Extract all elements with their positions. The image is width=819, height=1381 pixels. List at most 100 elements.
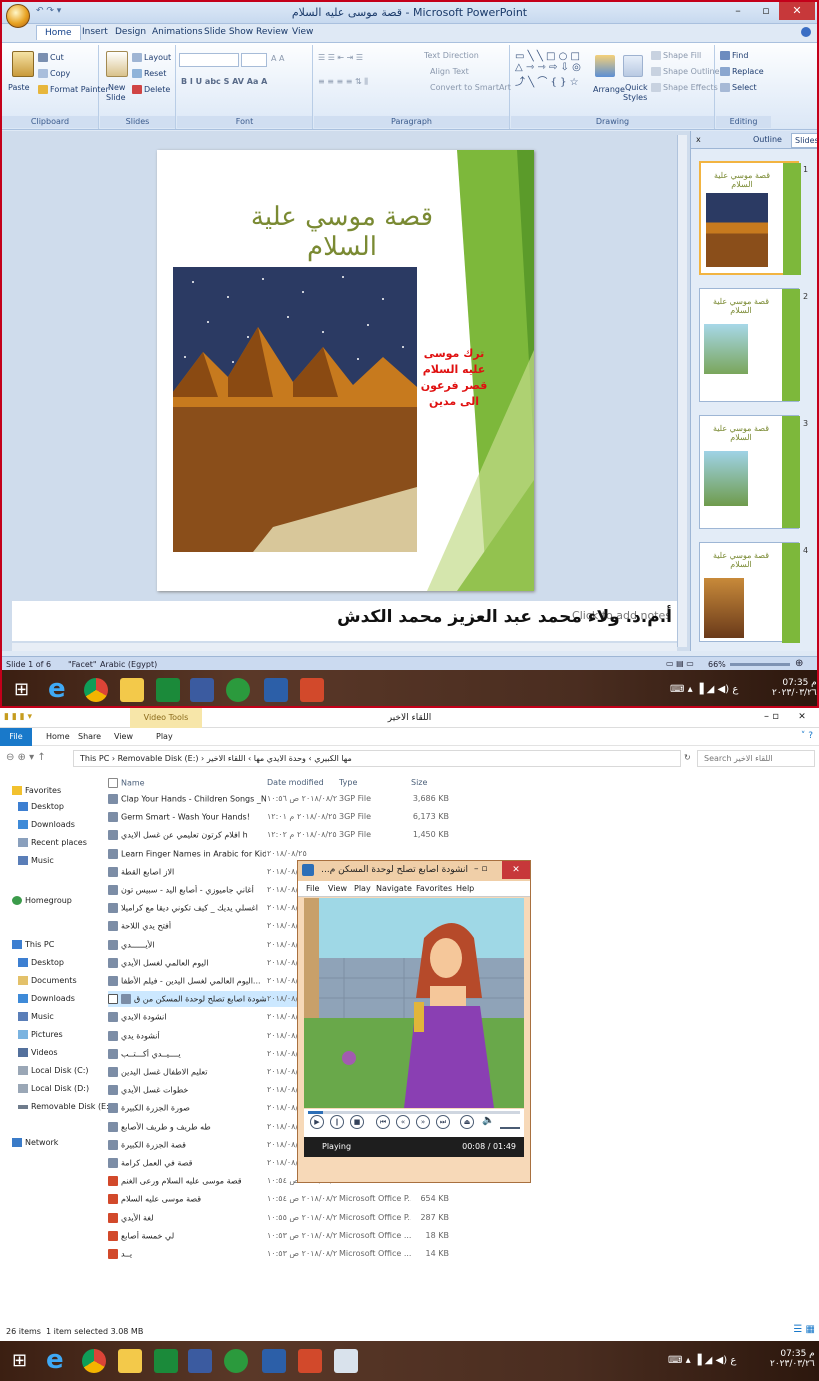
quick-styles-icon[interactable] [623,55,643,77]
tray-icons[interactable]: ⌨ ▴ ▐ ◢ ◀) ع [670,684,738,695]
paste-button[interactable]: Paste [8,83,30,92]
eject-button[interactable]: ⏏ [460,1115,474,1129]
maximize-button[interactable]: ▫ [753,2,779,20]
nav-music[interactable]: Music [18,856,54,865]
nav-desktop[interactable]: Desktop [18,802,64,811]
chrome-icon[interactable] [82,1349,106,1373]
menu-favorites[interactable]: Favorites [416,884,452,893]
quick-label[interactable]: Quick [625,83,648,92]
explorer-tab-play[interactable]: Play [156,732,173,741]
app-icon[interactable] [188,1349,212,1373]
word-icon[interactable] [262,1349,286,1373]
file-row[interactable]: لي خمسة أصابع ٢٠١٨/٠٨/٢٥ ص ١٠:٥٣Microsoft… [108,1228,468,1244]
shapes-gallery[interactable]: ▭ ╲ ╲ □ ○ □ △ ⇾ ⇾ ⇨ ⇩ ◎ ⤴ ╲ ⌒ { } ☆ [515,51,581,88]
chrome-icon[interactable] [84,678,108,702]
menu-file[interactable]: File [306,884,319,893]
file-row[interactable]: Germ Smart - Wash Your Hands! ٢٠١٨/٠٨/٢٥ … [108,809,468,825]
tab-insert[interactable]: Insert [82,27,108,37]
reset-button[interactable]: Reset [132,69,166,78]
tab-review[interactable]: Review [256,27,288,37]
col-type[interactable]: Type [339,778,357,787]
refresh-icon[interactable]: ↻ [684,753,691,762]
skype-icon[interactable] [226,678,250,702]
store-icon[interactable] [154,1349,178,1373]
nav-thispc[interactable]: This PC [12,940,54,949]
horizontal-scrollbar[interactable] [12,643,677,651]
nav-locald[interactable]: Local Disk (D:) [18,1084,89,1093]
powerpoint-icon[interactable] [298,1349,322,1373]
nav-downloads[interactable]: Downloads [18,820,75,829]
menu-play[interactable]: Play [354,884,371,893]
font-size-box[interactable] [241,53,267,67]
vertical-scrollbar[interactable] [677,135,687,647]
paste-icon[interactable] [12,51,34,77]
explorer-tab-home[interactable]: Home [46,732,70,741]
tab-design[interactable]: Design [115,27,146,37]
player-min-max[interactable]: – ▫ [474,864,487,874]
slide-thumbnail-2[interactable]: قصة موسي علية السلام [699,288,800,402]
ie-icon[interactable]: e [48,676,72,702]
nav-videos[interactable]: Videos [18,1048,58,1057]
align-text-button[interactable]: Align Text [430,67,469,76]
minimize-button[interactable]: – [725,2,751,20]
app-icon[interactable] [190,678,214,702]
tab-slides[interactable]: Slides [791,133,817,148]
nav-localc[interactable]: Local Disk (C:) [18,1066,89,1075]
tab-animations[interactable]: Animations [152,27,203,37]
skype-icon[interactable] [224,1349,248,1373]
file-row[interactable]: قصة موسى عليه السلام ٢٠١٨/٠٨/٢٥ ص ١٠:٥٤Mi… [108,1191,468,1207]
replace-button[interactable]: Replace [720,67,764,76]
current-slide[interactable]: قصة موسي علية السلام ترك موسى عليه السلا… [157,150,534,591]
ribbon-expand-icon[interactable]: ˅ ? [801,731,813,741]
file-row[interactable]: لغة الأيدي ٢٠١٨/٠٨/٢٥ ص ١٠:٥٥Microsoft Of… [108,1210,468,1226]
select-all-checkbox[interactable] [108,778,118,788]
notes-pane[interactable]: Click to add notes أ.م.د. ولاء محمد عبد … [12,601,677,641]
menu-navigate[interactable]: Navigate [376,884,412,893]
zoom-in-icon[interactable]: ⊕ [795,658,803,669]
shape-fill-button[interactable]: Shape Fill [651,51,701,60]
arrange-icon[interactable] [595,55,615,77]
media-player-icon[interactable] [334,1349,358,1373]
help-icon[interactable] [801,27,811,37]
checkbox-icon[interactable] [108,994,118,1005]
nav-arrows[interactable]: ⊖ ⊕ ▾ ↑ [6,752,46,763]
forward-button[interactable]: » [416,1115,430,1129]
volume-icon[interactable]: 🔈 [482,1115,494,1126]
tab-slideshow[interactable]: Slide Show [204,27,253,37]
view-toggle-icons[interactable]: ☰ ▦ [793,1324,815,1335]
font-name-box[interactable] [179,53,239,67]
explorer-min-max[interactable]: – ▫ [764,711,779,722]
nav-music2[interactable]: Music [18,1012,54,1021]
tab-outline[interactable]: Outline [753,135,782,144]
explorer-tab-view[interactable]: View [114,732,133,741]
slide-title[interactable]: قصة موسي علية السلام [217,202,467,262]
player-close-button[interactable]: ✕ [502,861,530,879]
clock[interactable]: 07:35 م ٢٠٢٣/٠٣/٢٦ [770,1349,815,1369]
find-button[interactable]: Find [720,51,748,60]
menu-help[interactable]: Help [456,884,474,893]
nav-desktop2[interactable]: Desktop [18,958,64,967]
next-button[interactable]: ⏭ [436,1115,450,1129]
tray-icons[interactable]: ⌨ ▴ ▐ ◢ ◀) ع [668,1355,736,1366]
stop-button[interactable]: ■ [350,1115,364,1129]
file-explorer-icon[interactable] [118,1349,142,1373]
col-name[interactable]: Name [108,778,145,788]
close-button[interactable]: ✕ [779,2,815,20]
col-size[interactable]: Size [411,778,427,787]
zoom-level[interactable]: 66% [708,660,726,669]
new-slide-label[interactable]: New [108,83,125,92]
align-buttons[interactable]: ≡ ≡ ≡ ≡ ⇅ ⫼ [318,77,368,87]
powerpoint-icon[interactable] [300,678,324,702]
prev-button[interactable]: ⏮ [376,1115,390,1129]
zoom-slider[interactable] [730,663,790,666]
menu-view[interactable]: View [328,884,347,893]
slide-thumbnail-1[interactable]: قصة موسي علية السلام [699,161,801,275]
file-row[interactable]: افلام كرتون تعليمي عن غسل الايدي h ٢٠١٨/٠… [108,827,468,843]
nav-removable[interactable]: Removable Disk (E:) [18,1102,112,1111]
font-format-buttons[interactable]: B I U abc S AV Aa A [181,77,267,86]
layout-button[interactable]: Layout [132,53,171,62]
tab-home[interactable]: Home [36,25,81,40]
video-frame[interactable] [304,898,524,1108]
address-bar[interactable]: This PC › Removable Disk (E:) › مها الكب… [73,750,681,767]
volume-slider[interactable] [500,1127,520,1129]
